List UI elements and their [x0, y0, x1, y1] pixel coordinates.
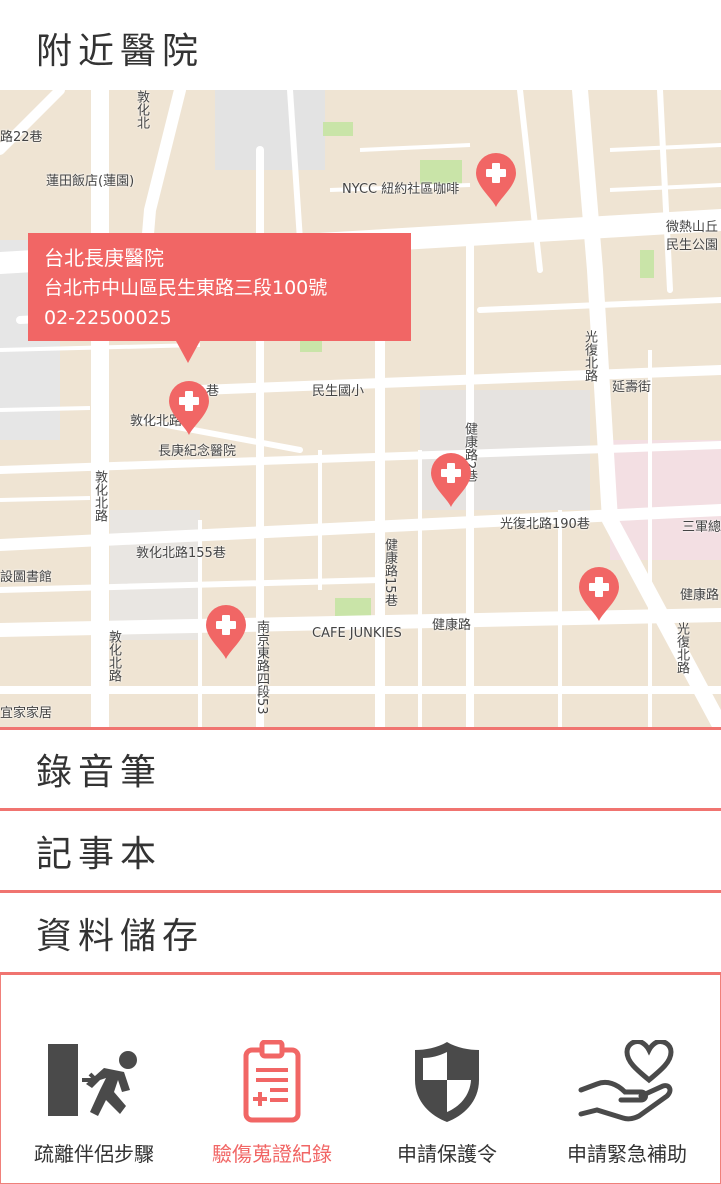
map-label: 南京東路四段53 — [254, 620, 269, 715]
nav-item-protection-order[interactable]: 申請保護令 — [357, 976, 537, 1184]
hospital-map[interactable]: 蓮田飯店(蓮園) NYCC 紐約社區咖啡 民生國小 長庚紀念醫院 敦化北路155… — [0, 90, 721, 727]
map-label: 敦化北路 — [106, 630, 121, 682]
map-label: 蓮田飯店(蓮園) — [46, 174, 135, 189]
callout-hospital-address: 台北市中山區民生東路三段100號 — [44, 277, 328, 299]
map-label: 路22巷 — [0, 130, 43, 145]
map-label: 延壽街 — [612, 380, 652, 395]
map-label: 設圖書館 — [0, 570, 53, 585]
menu-item-recorder[interactable]: 錄音筆 — [0, 727, 721, 811]
bottom-nav: 疏離伴侶步驟 驗傷蒐證紀錄 申請保護令 申請緊急補助 — [0, 976, 721, 1184]
menu-item-label: 資料儲存 — [36, 915, 205, 957]
hospital-marker[interactable] — [474, 152, 518, 208]
hospital-marker[interactable] — [167, 380, 211, 436]
map-label: 民生公園 — [666, 238, 719, 253]
map-label: 光復北路 — [674, 622, 689, 674]
map-label: 微熱山丘 — [666, 220, 719, 235]
map-label: 敦化北路155巷 — [136, 546, 226, 561]
map-label: 長庚紀念醫院 — [158, 444, 237, 459]
hospital-pin-icon — [206, 605, 246, 659]
map-label: 三軍總 — [682, 520, 721, 535]
page-title: 附近醫院 — [36, 31, 205, 72]
callout-hospital-name: 台北長庚醫院 — [44, 246, 164, 270]
nav-item-label: 驗傷蒐證紀錄 — [212, 1142, 332, 1166]
menu-item-notebook[interactable]: 記事本 — [0, 811, 721, 893]
nav-item-emergency-aid[interactable]: 申請緊急補助 — [537, 976, 717, 1184]
hospital-marker[interactable] — [577, 566, 621, 622]
hospital-marker[interactable] — [429, 452, 473, 508]
nav-item-label: 疏離伴侶步驟 — [34, 1142, 154, 1166]
callout-hospital-phone[interactable]: 02-22500025 — [44, 303, 395, 333]
hospital-pin-icon — [169, 381, 209, 435]
hospital-pin-icon — [431, 453, 471, 507]
menu-item-label: 錄音筆 — [36, 752, 163, 793]
page-header: 附近醫院 — [0, 0, 721, 90]
menu-item-label: 記事本 — [36, 833, 163, 875]
map-label: 敦化北路 — [92, 470, 107, 522]
menu-item-storage[interactable]: 資料儲存 — [0, 893, 721, 975]
map-label: 光復北路190巷 — [500, 517, 590, 532]
nav-item-label: 申請緊急補助 — [567, 1142, 687, 1166]
map-label: CAFE JUNKIES — [312, 626, 402, 641]
map-label: 健康路 — [432, 618, 472, 633]
hospital-info-callout[interactable]: 台北長庚醫院 台北市中山區民生東路三段100號 02-22500025 — [28, 233, 411, 363]
shield-icon — [415, 1042, 479, 1122]
hand-heart-icon — [578, 1040, 674, 1122]
nav-item-label: 申請保護令 — [397, 1142, 497, 1166]
map-label: 光復北路 — [582, 330, 597, 382]
map-label: 健康路 — [680, 588, 720, 603]
escape-door-icon — [48, 1044, 137, 1116]
hospital-pin-icon — [579, 567, 619, 621]
nav-item-injury-evidence[interactable]: 驗傷蒐證紀錄 — [182, 976, 362, 1184]
hospital-marker[interactable] — [204, 604, 248, 660]
map-label: 健康路15巷 — [382, 538, 397, 607]
map-label: 敦化北 — [134, 90, 149, 129]
map-label: 民生國小 — [312, 384, 365, 399]
hospital-pin-icon — [476, 153, 516, 207]
clipboard-medical-icon — [243, 1040, 301, 1123]
map-label: 宜家家居 — [0, 706, 53, 721]
nav-item-escape-steps[interactable]: 疏離伴侶步驟 — [4, 976, 184, 1184]
map-label: NYCC 紐約社區咖啡 — [342, 182, 460, 197]
